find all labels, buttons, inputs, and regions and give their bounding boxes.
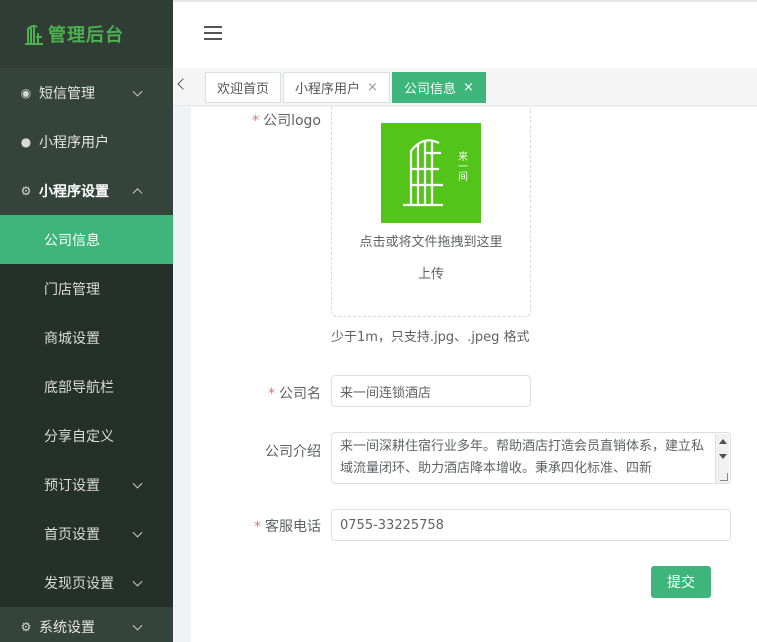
sidebar-item-label: 短信管理 — [39, 85, 95, 102]
scroll-up-icon[interactable] — [719, 439, 727, 444]
sidebar-item-label: 门店管理 — [44, 281, 100, 298]
submit-button[interactable]: 提交 — [651, 566, 711, 598]
sidebar-item-label: 预订设置 — [44, 477, 100, 494]
sidebar-item-home-settings[interactable]: 首页设置 — [0, 509, 173, 558]
chevron-left-icon[interactable] — [177, 78, 189, 90]
sidebar-item-bottom-nav[interactable]: 底部导航栏 — [0, 362, 173, 411]
upload-action[interactable]: 上传 — [332, 263, 530, 282]
gear-icon: ⚙ — [20, 620, 32, 634]
app-logo[interactable]: 管理后台 — [0, 0, 173, 68]
chevron-down-icon — [132, 527, 143, 538]
tab-label: 公司信息 — [404, 82, 457, 97]
logo-upload-area[interactable]: 来一间 点击或将文件拖拽到这里 上传 — [331, 107, 531, 317]
company-intro-text: 来一间深耕住宿行业多年。帮助酒店打造会员直销体系，建立私域流量闭环、助力酒店降本… — [340, 439, 705, 476]
tab-welcome[interactable]: 欢迎首页 — [205, 72, 282, 103]
required-mark: * — [252, 113, 260, 129]
sidebar-item-miniapp-settings[interactable]: ⚙ 小程序设置 — [0, 166, 173, 215]
close-icon[interactable]: × — [463, 80, 474, 95]
sidebar-item-booking-settings[interactable]: 预订设置 — [0, 460, 173, 509]
sidebar-item-miniapp-users[interactable]: ● 小程序用户 — [0, 117, 173, 166]
sidebar-item-sms[interactable]: ◉ 短信管理 — [0, 68, 173, 117]
sidebar-item-store-management[interactable]: 门店管理 — [0, 264, 173, 313]
logo-building-icon: 来一间 — [403, 139, 468, 207]
tab-miniapp-users[interactable]: 小程序用户 × — [283, 72, 390, 103]
sidebar-item-company-info[interactable]: 公司信息 — [0, 215, 173, 264]
users-icon: ● — [20, 134, 32, 149]
sidebar-item-system-settings[interactable]: ⚙ 系统设置 — [0, 607, 173, 642]
upload-hint: 点击或将文件拖拽到这里 — [359, 235, 503, 250]
chevron-up-icon — [132, 187, 143, 198]
company-name-input[interactable]: 来一间连锁酒店 — [331, 375, 531, 407]
logo-label: * 公司logo — [252, 113, 321, 129]
company-intro-textarea[interactable]: 来一间深耕住宿行业多年。帮助酒店打造会员直销体系，建立私域流量闭环、助力酒店降本… — [331, 432, 731, 484]
admin-app: 管理后台 ◉ 短信管理 ● 小程序用户 ⚙ 小程序设置 公司信息 门店管理 商城… — [0, 0, 757, 642]
tab-company-info[interactable]: 公司信息 × — [392, 72, 486, 103]
top-header — [173, 0, 757, 68]
upload-tip: 少于1m，只支持.jpg、.jpeg 格式 — [331, 330, 530, 345]
tab-label: 欢迎首页 — [217, 82, 270, 97]
required-mark: * — [254, 519, 261, 535]
company-logo-image: 来一间 — [381, 123, 481, 223]
chevron-down-icon — [132, 620, 143, 631]
sidebar-item-label: 首页设置 — [44, 526, 100, 543]
sidebar-item-discover-settings[interactable]: 发现页设置 — [0, 558, 173, 607]
logo-image-text: 来一间 — [456, 151, 468, 182]
sidebar-item-label: 小程序用户 — [39, 134, 109, 151]
sidebar-item-label: 商城设置 — [44, 330, 100, 347]
phone-label: * 客服电话 — [254, 519, 321, 535]
company-intro-label: 公司介绍 — [265, 444, 321, 460]
sidebar-item-label: 底部导航栏 — [44, 379, 114, 396]
chevron-down-icon — [132, 478, 143, 489]
logo-text: 管理后台 — [48, 25, 124, 46]
sidebar-item-label: 发现页设置 — [44, 575, 114, 592]
sidebar: 管理后台 ◉ 短信管理 ● 小程序用户 ⚙ 小程序设置 公司信息 门店管理 商城… — [0, 0, 173, 642]
phone-input[interactable]: 0755-33225758 — [331, 509, 731, 541]
gear-icon: ⚙ — [20, 183, 32, 198]
sidebar-item-label: 系统设置 — [39, 620, 95, 636]
tabs-bar: 欢迎首页 小程序用户 × 公司信息 × — [173, 68, 757, 106]
tab-label: 小程序用户 — [295, 82, 361, 97]
sidebar-submenu: 公司信息 门店管理 商城设置 底部导航栏 分享自定义 预订设置 首页设置 发现页… — [0, 215, 173, 607]
scroll-down-icon[interactable] — [719, 454, 727, 459]
info-circle-icon: ◉ — [20, 85, 32, 100]
required-mark: * — [268, 386, 275, 402]
chevron-down-icon — [132, 86, 143, 97]
resize-handle-icon[interactable] — [720, 473, 728, 481]
chevron-down-icon — [132, 576, 143, 587]
menu-toggle-icon[interactable] — [204, 26, 222, 40]
sidebar-item-share-custom[interactable]: 分享自定义 — [0, 411, 173, 460]
logo-icon — [25, 24, 43, 45]
company-name-label: * 公司名 — [268, 386, 321, 402]
sidebar-item-label: 分享自定义 — [44, 428, 114, 445]
sidebar-item-mall-settings[interactable]: 商城设置 — [0, 313, 173, 362]
company-info-form: * 公司logo 来一间 点击或将文件拖拽到这里 上传 少于1m，只支持.jpg、… — [191, 107, 757, 642]
close-icon[interactable]: × — [367, 80, 378, 95]
sidebar-item-label: 小程序设置 — [39, 183, 109, 200]
sidebar-item-label: 公司信息 — [44, 232, 100, 249]
